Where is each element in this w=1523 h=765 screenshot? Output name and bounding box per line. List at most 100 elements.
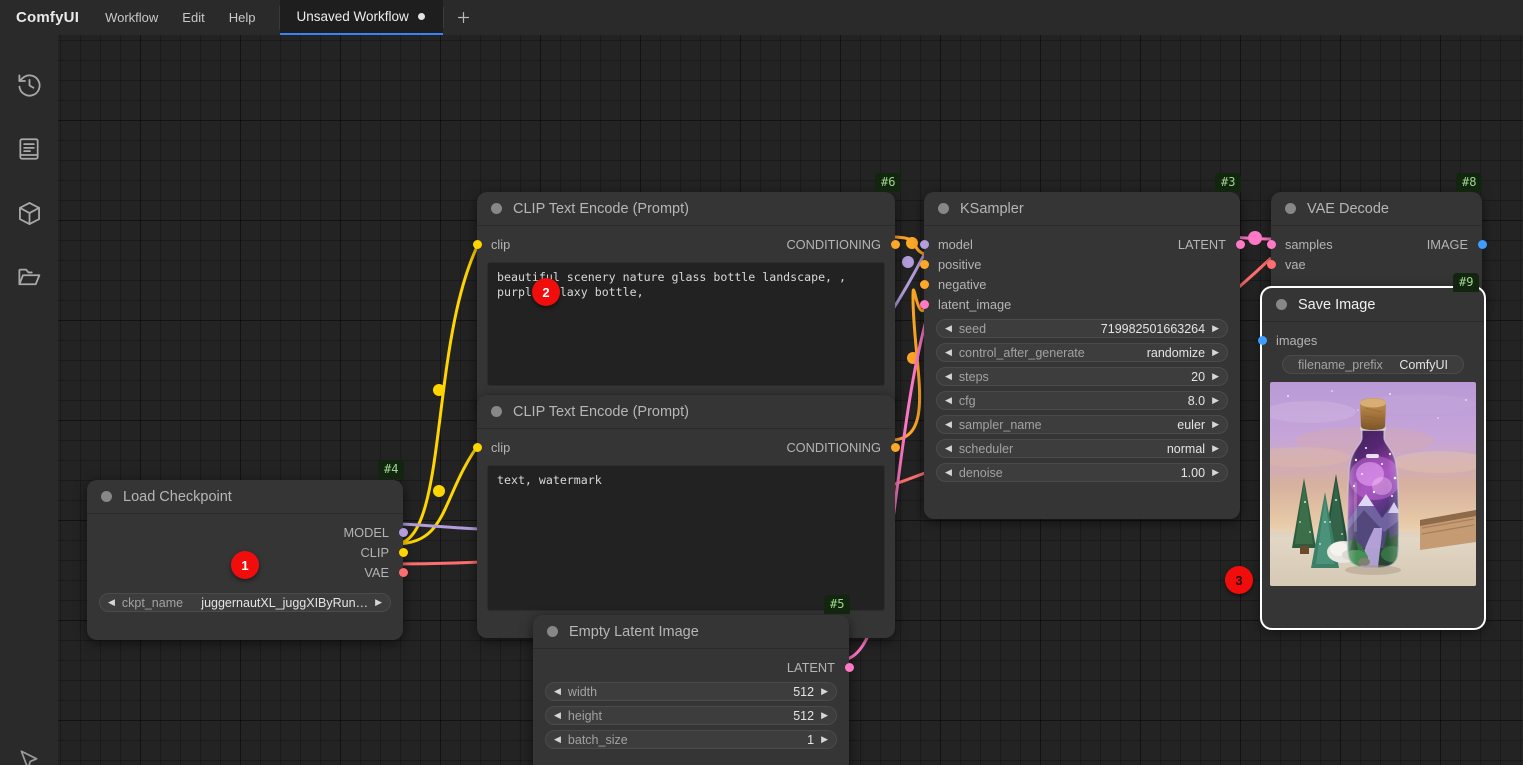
input-slot-label: vae (1285, 256, 1306, 272)
input-slot-model[interactable]: model LATENT (919, 234, 1245, 254)
input-slot-clip[interactable]: clip CONDITIONING (472, 437, 900, 457)
empty-latent-batch-size-widget[interactable]: ◀ batch_size 1 ▶ (545, 730, 837, 749)
increment-arrow-icon[interactable]: ▶ (1212, 324, 1219, 333)
collapse-toggle-icon[interactable] (547, 626, 558, 637)
latent-slot-dot-icon[interactable] (844, 662, 854, 672)
conditioning-slot-dot-icon[interactable] (919, 279, 929, 289)
node-title-bar[interactable]: CLIP Text Encode (Prompt) (477, 192, 895, 226)
decrement-arrow-icon[interactable]: ◀ (945, 396, 952, 405)
new-workflow-button[interactable] (444, 0, 484, 35)
empty-latent-image-node[interactable]: Empty Latent Image LATENT ◀ width 512 ▶ … (533, 615, 854, 765)
conditioning-slot-dot-icon[interactable] (890, 239, 900, 249)
node-title-bar[interactable]: Save Image (1262, 288, 1484, 322)
latent-slot-dot-icon[interactable] (1235, 239, 1245, 249)
decrement-arrow-icon[interactable]: ◀ (945, 444, 952, 453)
increment-arrow-icon[interactable]: ▶ (1212, 444, 1219, 453)
ksampler-steps-widget[interactable]: ◀ steps 20 ▶ (936, 367, 1228, 386)
decrement-arrow-icon[interactable]: ◀ (945, 468, 952, 477)
increment-arrow-icon[interactable]: ▶ (821, 687, 828, 696)
conditioning-slot-dot-icon[interactable] (890, 442, 900, 452)
clip-slot-dot-icon[interactable] (398, 547, 408, 557)
increment-arrow-icon[interactable]: ▶ (821, 711, 828, 720)
conditioning-slot-dot-icon[interactable] (919, 259, 929, 269)
model-slot-dot-icon[interactable] (398, 527, 408, 537)
decrement-arrow-icon[interactable]: ◀ (945, 324, 952, 333)
vae-slot-dot-icon[interactable] (1266, 259, 1276, 269)
save-image-preview[interactable] (1270, 382, 1476, 586)
decrement-arrow-icon[interactable]: ◀ (945, 372, 952, 381)
widget-label: filename_prefix (1298, 357, 1383, 372)
node-id-badge-3: #3 (1215, 173, 1242, 192)
ksampler-node[interactable]: KSampler model LATENT positive negative (919, 192, 1245, 519)
tab-unsaved-workflow[interactable]: Unsaved Workflow (280, 0, 443, 35)
clip-slot-dot-icon[interactable] (472, 442, 482, 452)
sidebar-item-workflows[interactable] (0, 245, 58, 309)
save-image-node[interactable]: Save Image images filename_prefix ComfyU… (1257, 288, 1484, 628)
increment-arrow-icon[interactable]: ▶ (375, 598, 382, 607)
decrement-arrow-icon[interactable]: ◀ (554, 687, 561, 696)
collapse-toggle-icon[interactable] (101, 491, 112, 502)
input-slot-vae[interactable]: vae (1266, 254, 1482, 274)
menu-help[interactable]: Help (217, 0, 268, 35)
menu-workflow[interactable]: Workflow (93, 0, 170, 35)
node-title-bar[interactable]: Empty Latent Image (533, 615, 849, 649)
empty-latent-height-widget[interactable]: ◀ height 512 ▶ (545, 706, 837, 725)
widget-value: 20 (1191, 369, 1206, 384)
app-brand: ComfyUI (16, 9, 80, 26)
collapse-toggle-icon[interactable] (1276, 299, 1287, 310)
ksampler-seed-widget[interactable]: ◀ seed 719982501663264 ▶ (936, 319, 1228, 338)
increment-arrow-icon[interactable]: ▶ (821, 735, 828, 744)
node-title-bar[interactable]: VAE Decode (1271, 192, 1482, 226)
top-menu-bar: ComfyUI Workflow Edit Help Unsaved Workf… (0, 0, 1523, 35)
workflow-canvas[interactable]: #6 #3 #8 #9 #4 #5 CLIP Text Encode (Prom… (58, 35, 1523, 765)
latent-slot-dot-icon[interactable] (919, 299, 929, 309)
decrement-arrow-icon[interactable]: ◀ (945, 420, 952, 429)
increment-arrow-icon[interactable]: ▶ (1212, 420, 1219, 429)
ksampler-denoise-widget[interactable]: ◀ denoise 1.00 ▶ (936, 463, 1228, 482)
output-slot-latent[interactable]: LATENT (533, 657, 854, 677)
clip-text-encode-negative-text[interactable]: text, watermark (487, 465, 885, 611)
image-slot-dot-icon[interactable] (1477, 239, 1487, 249)
ksampler-cfg-widget[interactable]: ◀ cfg 8.0 ▶ (936, 391, 1228, 410)
latent-slot-dot-icon[interactable] (1266, 239, 1276, 249)
ksampler-scheduler-widget[interactable]: ◀ scheduler normal ▶ (936, 439, 1228, 458)
menu-edit[interactable]: Edit (170, 0, 216, 35)
ksampler-sampler-name-widget[interactable]: ◀ sampler_name euler ▶ (936, 415, 1228, 434)
sidebar-item-model-library[interactable] (0, 181, 58, 245)
node-title-bar[interactable]: Load Checkpoint (87, 480, 403, 514)
collapse-toggle-icon[interactable] (1285, 203, 1296, 214)
decrement-arrow-icon[interactable]: ◀ (554, 735, 561, 744)
image-slot-dot-icon[interactable] (1257, 335, 1267, 345)
save-image-filename-prefix-widget[interactable]: filename_prefix ComfyUI (1282, 355, 1464, 374)
input-slot-negative[interactable]: negative (919, 274, 1240, 294)
collapse-toggle-icon[interactable] (491, 203, 502, 214)
widget-label: cfg (958, 393, 976, 408)
sidebar-bottom-partial-icon[interactable] (0, 725, 58, 765)
widget-label: seed (958, 321, 987, 336)
collapse-toggle-icon[interactable] (938, 203, 949, 214)
vae-slot-dot-icon[interactable] (398, 567, 408, 577)
increment-arrow-icon[interactable]: ▶ (1212, 348, 1219, 357)
decrement-arrow-icon[interactable]: ◀ (108, 598, 115, 607)
empty-latent-width-widget[interactable]: ◀ width 512 ▶ (545, 682, 837, 701)
input-slot-images[interactable]: images (1257, 330, 1484, 350)
node-title-bar[interactable]: KSampler (924, 192, 1240, 226)
decrement-arrow-icon[interactable]: ◀ (945, 348, 952, 357)
increment-arrow-icon[interactable]: ▶ (1212, 468, 1219, 477)
model-slot-dot-icon[interactable] (919, 239, 929, 249)
input-slot-latent-image[interactable]: latent_image (919, 294, 1240, 314)
sidebar-item-node-library[interactable] (0, 117, 58, 181)
input-slot-clip[interactable]: clip CONDITIONING (472, 234, 900, 254)
node-title-bar[interactable]: CLIP Text Encode (Prompt) (477, 395, 895, 429)
load-checkpoint-ckpt-name[interactable]: ◀ ckpt_name juggernautXL_juggXIByRun… ▶ (99, 593, 391, 612)
sidebar-item-queue-history[interactable] (0, 53, 58, 117)
input-slot-samples[interactable]: samples IMAGE (1266, 234, 1487, 254)
decrement-arrow-icon[interactable]: ◀ (554, 711, 561, 720)
collapse-toggle-icon[interactable] (491, 406, 502, 417)
output-slot-model[interactable]: MODEL (87, 522, 408, 542)
increment-arrow-icon[interactable]: ▶ (1212, 396, 1219, 405)
input-slot-positive[interactable]: positive (919, 254, 1240, 274)
clip-slot-dot-icon[interactable] (472, 239, 482, 249)
increment-arrow-icon[interactable]: ▶ (1212, 372, 1219, 381)
ksampler-control-after-generate-widget[interactable]: ◀ control_after_generate randomize ▶ (936, 343, 1228, 362)
